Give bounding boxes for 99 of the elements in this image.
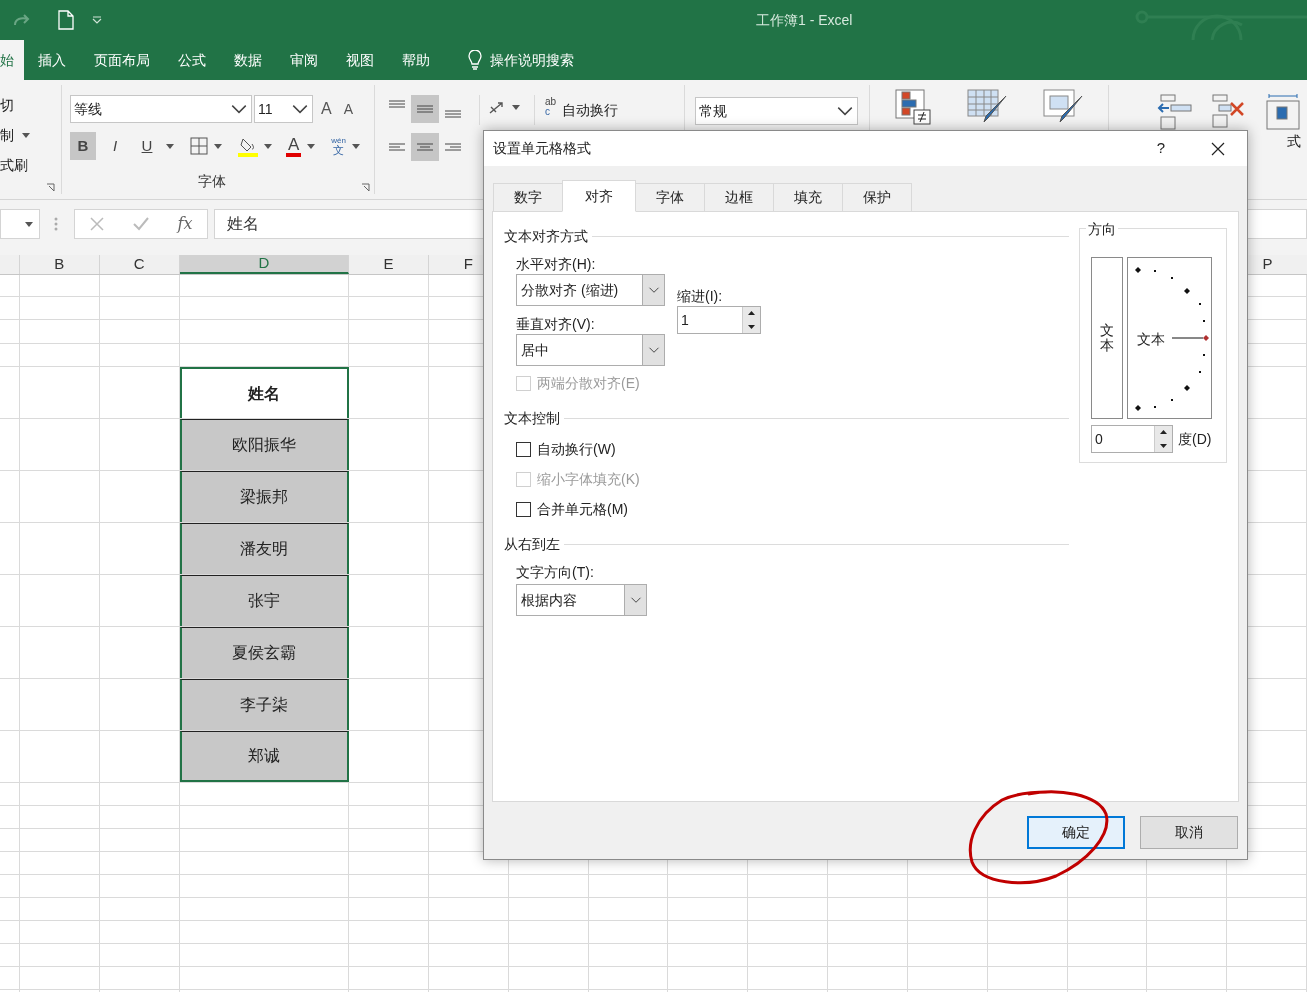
dialog-launcher-icon[interactable]	[46, 183, 55, 192]
ribbon-tab[interactable]: 公式	[164, 40, 220, 80]
number-format-dropdown[interactable]: 常规	[695, 97, 858, 125]
caret-icon	[22, 132, 30, 138]
section-title: 从右到左	[504, 534, 560, 554]
caret-icon	[214, 143, 222, 149]
align-right-icon	[445, 143, 461, 151]
insert-cells-icon[interactable]	[1157, 93, 1193, 131]
tell-me-search[interactable]: 操作说明搜索	[490, 49, 574, 71]
phonetic-button[interactable]: wén 文	[331, 136, 347, 156]
font-name-dropdown[interactable]: 等线	[70, 95, 252, 123]
dialog-title: 设置单元格格式	[493, 139, 591, 158]
align-top-icon	[389, 100, 405, 108]
field-label: 度(D)	[1178, 429, 1212, 449]
column-header[interactable]: D	[179, 255, 350, 274]
font-size-dropdown[interactable]: 11	[254, 95, 313, 123]
caret-icon	[25, 221, 33, 227]
dropdown[interactable]: 分散对齐 (缩进)	[516, 274, 665, 306]
wrap-text-button[interactable]: 自动换行	[562, 100, 619, 121]
table-cell: 梁振邦	[179, 471, 350, 522]
wrap-text-icon: ab c	[545, 97, 557, 117]
customize-caret-icon[interactable]	[92, 16, 102, 24]
enter-check-icon[interactable]	[132, 217, 149, 231]
dial-text: 文本	[1137, 332, 1165, 346]
field-label: 垂直对齐(V):	[516, 315, 596, 334]
grip-icon	[54, 217, 58, 231]
section-title: 文本控制	[504, 408, 560, 428]
dialog-tab[interactable]: 对齐	[562, 180, 636, 212]
font-color-button[interactable]: A	[286, 135, 302, 157]
align-left-icon	[389, 143, 405, 151]
delete-cells-icon[interactable]	[1211, 93, 1247, 131]
close-icon[interactable]	[1211, 141, 1225, 156]
help-button[interactable]: ?	[1150, 137, 1171, 160]
ribbon-tab[interactable]: 插入	[24, 40, 80, 80]
caret-icon	[264, 143, 272, 149]
ribbon-tab[interactable]: 帮助	[388, 40, 444, 80]
column-header[interactable]: C	[99, 255, 180, 274]
align-middle-icon	[417, 105, 433, 113]
format-cells-icon[interactable]	[1265, 93, 1301, 133]
shrink-font-button[interactable]: A	[343, 98, 353, 120]
caret-icon	[166, 143, 174, 149]
conditional-formatting-icon[interactable]	[894, 88, 932, 126]
spin-up-icon[interactable]	[743, 307, 760, 320]
table-cell: 夏侯玄霸	[179, 627, 350, 678]
grow-font-button[interactable]: A	[321, 97, 332, 121]
spin-down-icon[interactable]	[1155, 439, 1172, 452]
new-document-icon[interactable]	[58, 10, 74, 30]
ribbon-tab[interactable]: 审阅	[276, 40, 332, 80]
table-cell: 姓名	[179, 367, 350, 418]
clipboard-command[interactable]: 制	[0, 124, 14, 146]
vertical-text-box[interactable]: 文本	[1091, 257, 1123, 419]
table-cell: 潘友明	[179, 523, 350, 574]
format-label: 式	[1287, 132, 1301, 151]
checkbox[interactable]	[516, 441, 531, 457]
dropdown[interactable]: 根据内容	[516, 584, 647, 616]
spin-field[interactable]: 1	[677, 306, 761, 334]
spin-down-icon[interactable]	[743, 320, 760, 333]
checkbox-label: 合并单元格(M)	[537, 499, 628, 519]
field-label: 水平对齐(H):	[516, 255, 597, 274]
table-cell: 张宇	[179, 575, 350, 626]
checkbox[interactable]	[516, 501, 531, 517]
ribbon-tab[interactable]: 始	[0, 40, 24, 80]
dialog-tab[interactable]: 数字	[493, 183, 563, 212]
ribbon-tab[interactable]: 页面布局	[80, 40, 164, 80]
lightbulb-icon	[468, 50, 482, 70]
column-header[interactable]: E	[349, 255, 429, 274]
field-label: 文字方向(T):	[516, 563, 595, 582]
dialog-button[interactable]: 取消	[1140, 816, 1238, 849]
window-title: 工作簿1 - Excel	[756, 10, 853, 30]
font-style-button[interactable]: B	[70, 132, 96, 160]
table-cell: 郑诚	[179, 731, 350, 782]
spin-up-icon[interactable]	[1155, 426, 1172, 439]
caret-icon	[352, 143, 361, 149]
ribbon-tab[interactable]: 视图	[332, 40, 388, 80]
checkbox-label: 两端分散对齐(E)	[537, 373, 640, 393]
section-title: 文本对齐方式	[504, 226, 588, 246]
caret-icon	[512, 105, 520, 110]
dialog-launcher-icon[interactable]	[361, 183, 370, 192]
ribbon-tab[interactable]: 数据	[220, 40, 276, 80]
align-center-icon	[417, 143, 433, 151]
spin-field[interactable]: 0	[1091, 425, 1173, 453]
clipboard-command[interactable]: 式刷	[0, 154, 28, 176]
column-header[interactable]: B	[19, 255, 100, 274]
checkbox-label: 缩小字体填充(K)	[537, 469, 640, 489]
field-label: 缩进(I):	[677, 287, 724, 306]
dropdown[interactable]: 居中	[516, 334, 665, 366]
font-style-button[interactable]: U	[134, 132, 160, 160]
dialog-button[interactable]: 确定	[1027, 816, 1125, 849]
clipboard-command[interactable]: 切	[0, 94, 14, 116]
borders-icon[interactable]	[190, 137, 208, 155]
table-cell: 李子柒	[179, 679, 350, 730]
font-style-button[interactable]: I	[102, 132, 128, 160]
align-bottom-icon	[445, 110, 461, 118]
checkbox-label: 自动换行(W)	[537, 439, 616, 459]
caret-icon	[307, 143, 316, 149]
table-cell: 欧阳振华	[179, 419, 350, 470]
dialog-tab[interactable]: 保护	[842, 183, 912, 212]
group-label: 字体	[198, 172, 227, 191]
insert-function-button[interactable]: fx	[177, 212, 193, 236]
